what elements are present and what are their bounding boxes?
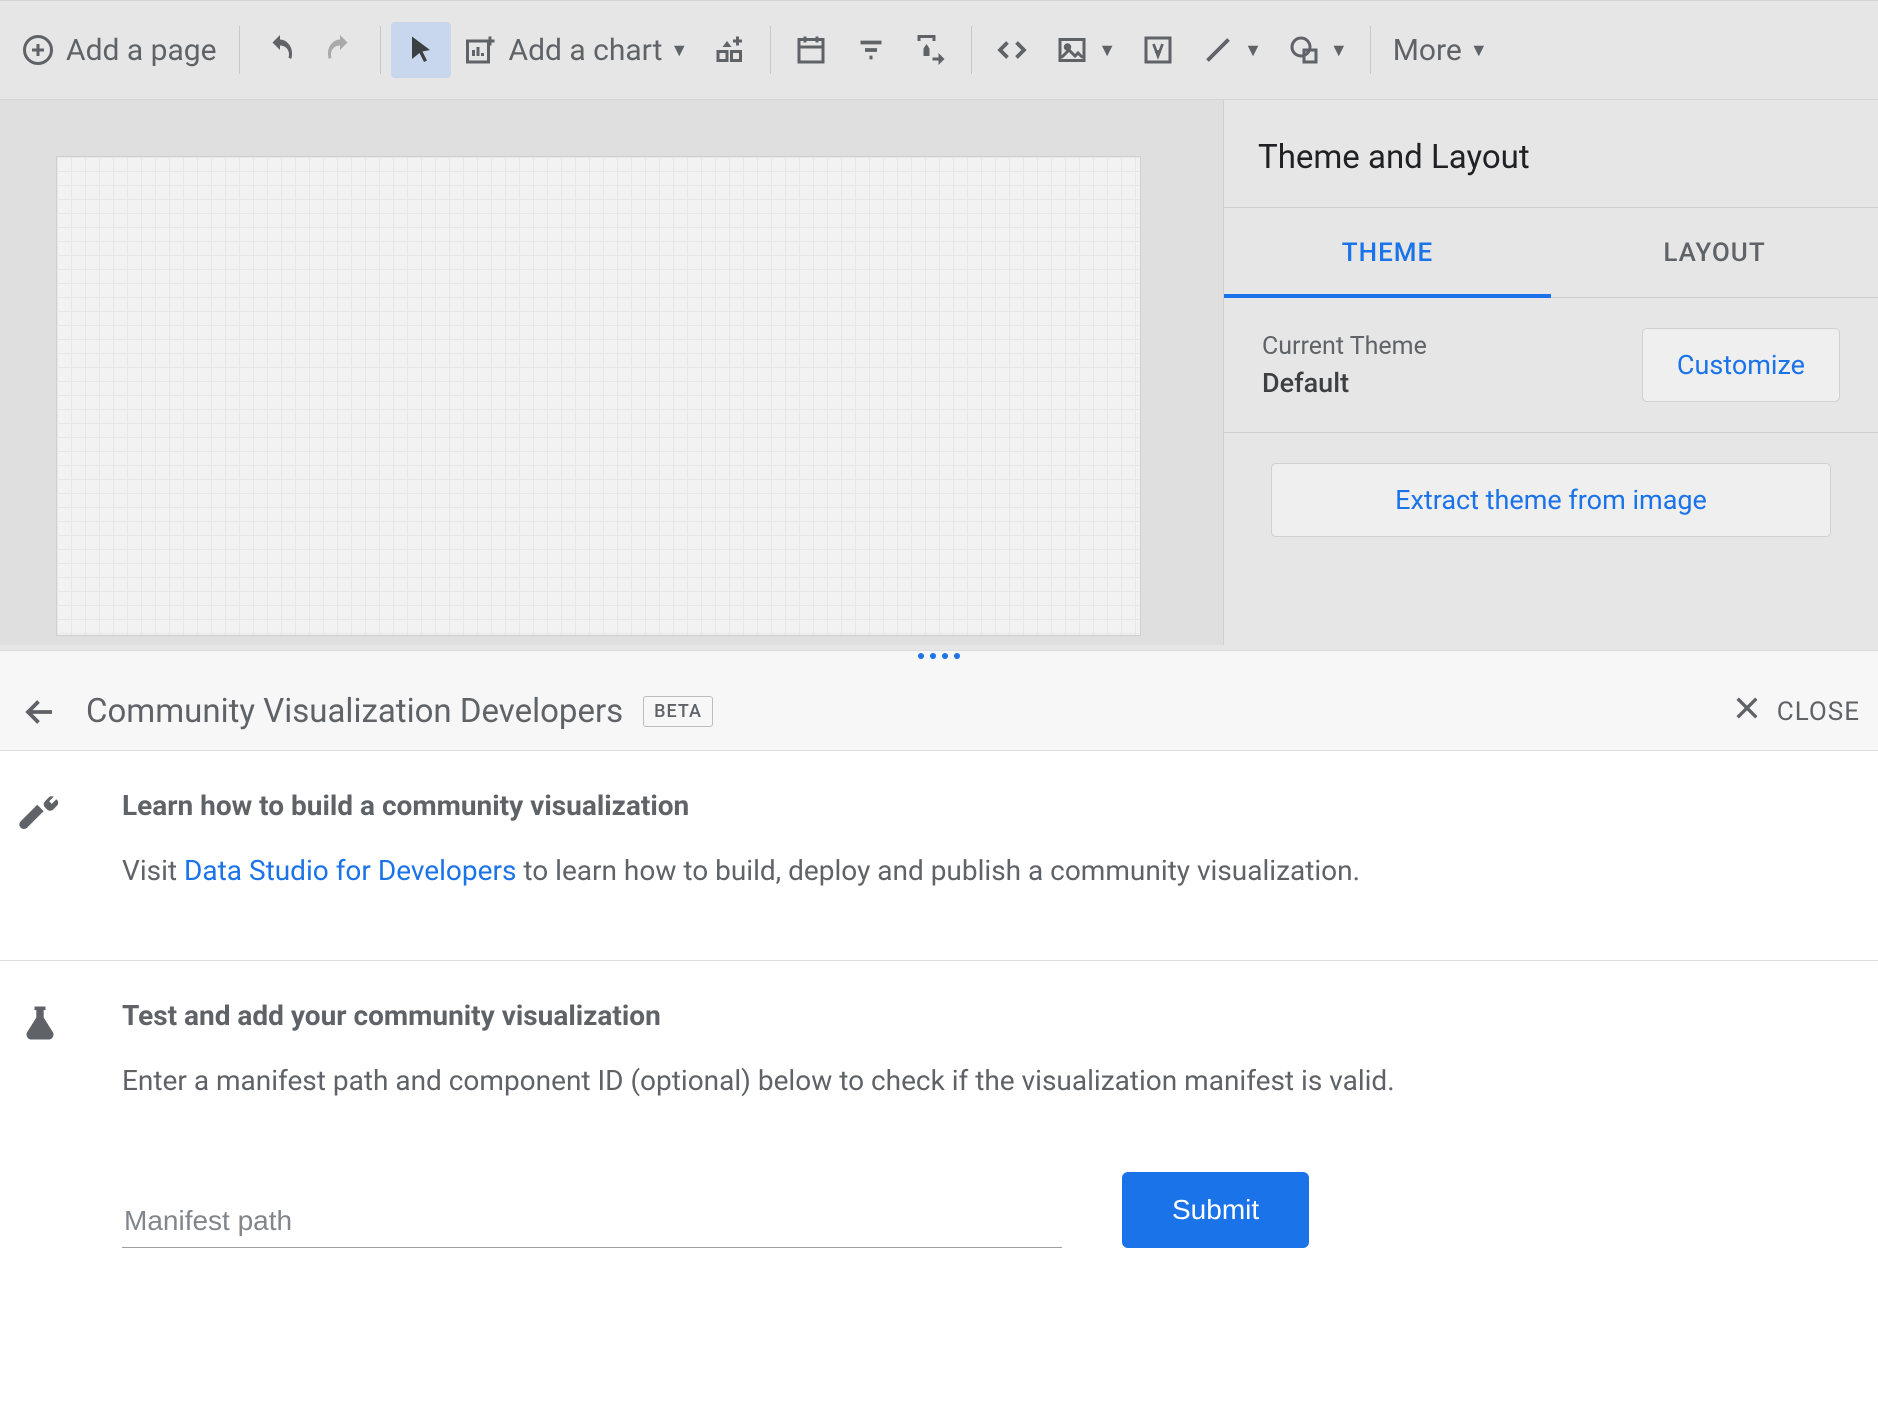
close-icon — [1731, 692, 1763, 731]
learn-text: Visit Data Studio for Developers to lear… — [122, 850, 1858, 892]
tab-layout[interactable]: LAYOUT — [1551, 208, 1878, 297]
flask-icon — [18, 999, 66, 1248]
blocks-plus-icon — [712, 32, 748, 68]
line-button[interactable]: ▼ — [1188, 22, 1274, 78]
learn-prefix: Visit — [122, 854, 184, 887]
submit-button[interactable]: Submit — [1122, 1172, 1309, 1248]
learn-suffix: to learn how to build, deploy and publis… — [516, 854, 1360, 887]
add-page-button[interactable]: Add a page — [8, 22, 229, 78]
toolbar-separator — [971, 26, 972, 74]
image-button[interactable]: ▼ — [1042, 22, 1128, 78]
learn-section: Learn how to build a community visualiza… — [0, 751, 1878, 961]
caret-down-icon: ▼ — [1098, 40, 1116, 61]
chart-plus-icon — [463, 32, 499, 68]
caret-down-icon: ▼ — [1244, 40, 1262, 61]
extract-theme-button[interactable]: Extract theme from image — [1271, 463, 1831, 537]
code-icon — [994, 32, 1030, 68]
data-control-button[interactable] — [901, 22, 961, 78]
wrench-icon — [18, 789, 66, 892]
close-button[interactable]: CLOSE — [1731, 692, 1860, 731]
extract-theme-block: Extract theme from image — [1224, 433, 1878, 577]
data-control-icon — [913, 32, 949, 68]
add-chart-label: Add a chart — [509, 33, 663, 68]
caret-down-icon: ▼ — [1330, 40, 1348, 61]
beta-badge: BETA — [643, 696, 713, 727]
drawer-header: Community Visualization Developers BETA … — [0, 673, 1878, 751]
shape-icon — [1286, 32, 1322, 68]
developers-link[interactable]: Data Studio for Developers — [184, 854, 516, 887]
customize-button[interactable]: Customize — [1642, 328, 1840, 402]
calendar-icon — [793, 32, 829, 68]
toolbar-separator — [239, 26, 240, 74]
shape-button[interactable]: ▼ — [1274, 22, 1360, 78]
filter-control-button[interactable] — [841, 22, 901, 78]
more-label: More — [1393, 33, 1462, 68]
toolbar-separator — [380, 26, 381, 74]
image-icon — [1054, 32, 1090, 68]
cursor-icon — [403, 32, 439, 68]
caret-down-icon: ▼ — [670, 40, 688, 61]
canvas-area — [0, 100, 1223, 645]
url-embed-button[interactable] — [982, 22, 1042, 78]
manifest-path-field — [122, 1195, 1062, 1248]
community-viz-drawer: Community Visualization Developers BETA … — [0, 650, 1878, 1406]
redo-button[interactable] — [310, 22, 370, 78]
text-button[interactable] — [1128, 22, 1188, 78]
select-tool-button[interactable] — [391, 22, 451, 78]
undo-icon — [262, 32, 298, 68]
filter-icon — [853, 32, 889, 68]
main-toolbar: Add a page Add a chart ▼ ▼ ▼ — [0, 0, 1878, 100]
current-theme-label: Current Theme — [1262, 332, 1427, 361]
community-viz-button[interactable] — [700, 22, 760, 78]
redo-icon — [322, 32, 358, 68]
toolbar-separator — [1370, 26, 1371, 74]
drawer-resize-handle[interactable] — [0, 651, 1878, 673]
drawer-body: Learn how to build a community visualiza… — [0, 751, 1878, 1406]
line-icon — [1200, 32, 1236, 68]
caret-down-icon: ▼ — [1470, 40, 1488, 61]
add-chart-button[interactable]: Add a chart ▼ — [451, 22, 701, 78]
toolbar-separator — [770, 26, 771, 74]
panel-title: Theme and Layout — [1224, 100, 1878, 208]
tab-theme[interactable]: THEME — [1224, 208, 1551, 298]
test-title: Test and add your community visualizatio… — [122, 999, 1858, 1032]
test-section: Test and add your community visualizatio… — [0, 961, 1878, 1316]
plus-circle-icon — [20, 32, 56, 68]
add-page-label: Add a page — [66, 33, 217, 68]
panel-tabs: THEME LAYOUT — [1224, 208, 1878, 298]
report-canvas[interactable] — [56, 156, 1141, 636]
drag-dots-icon — [918, 653, 960, 659]
date-range-button[interactable] — [781, 22, 841, 78]
text-icon — [1140, 32, 1176, 68]
undo-button[interactable] — [250, 22, 310, 78]
current-theme-block: Current Theme Default Customize — [1224, 298, 1878, 433]
manifest-form: Submit — [122, 1172, 1858, 1248]
learn-title: Learn how to build a community visualiza… — [122, 789, 1858, 822]
back-button[interactable] — [18, 690, 62, 734]
more-button[interactable]: More ▼ — [1381, 22, 1500, 78]
close-label: CLOSE — [1777, 697, 1860, 727]
theme-layout-panel: Theme and Layout THEME LAYOUT Current Th… — [1223, 100, 1878, 645]
drawer-title: Community Visualization Developers — [86, 692, 623, 731]
current-theme-value: Default — [1262, 367, 1427, 399]
manifest-path-input[interactable] — [122, 1195, 1062, 1248]
workspace: Theme and Layout THEME LAYOUT Current Th… — [0, 100, 1878, 645]
test-desc: Enter a manifest path and component ID (… — [122, 1060, 1858, 1102]
